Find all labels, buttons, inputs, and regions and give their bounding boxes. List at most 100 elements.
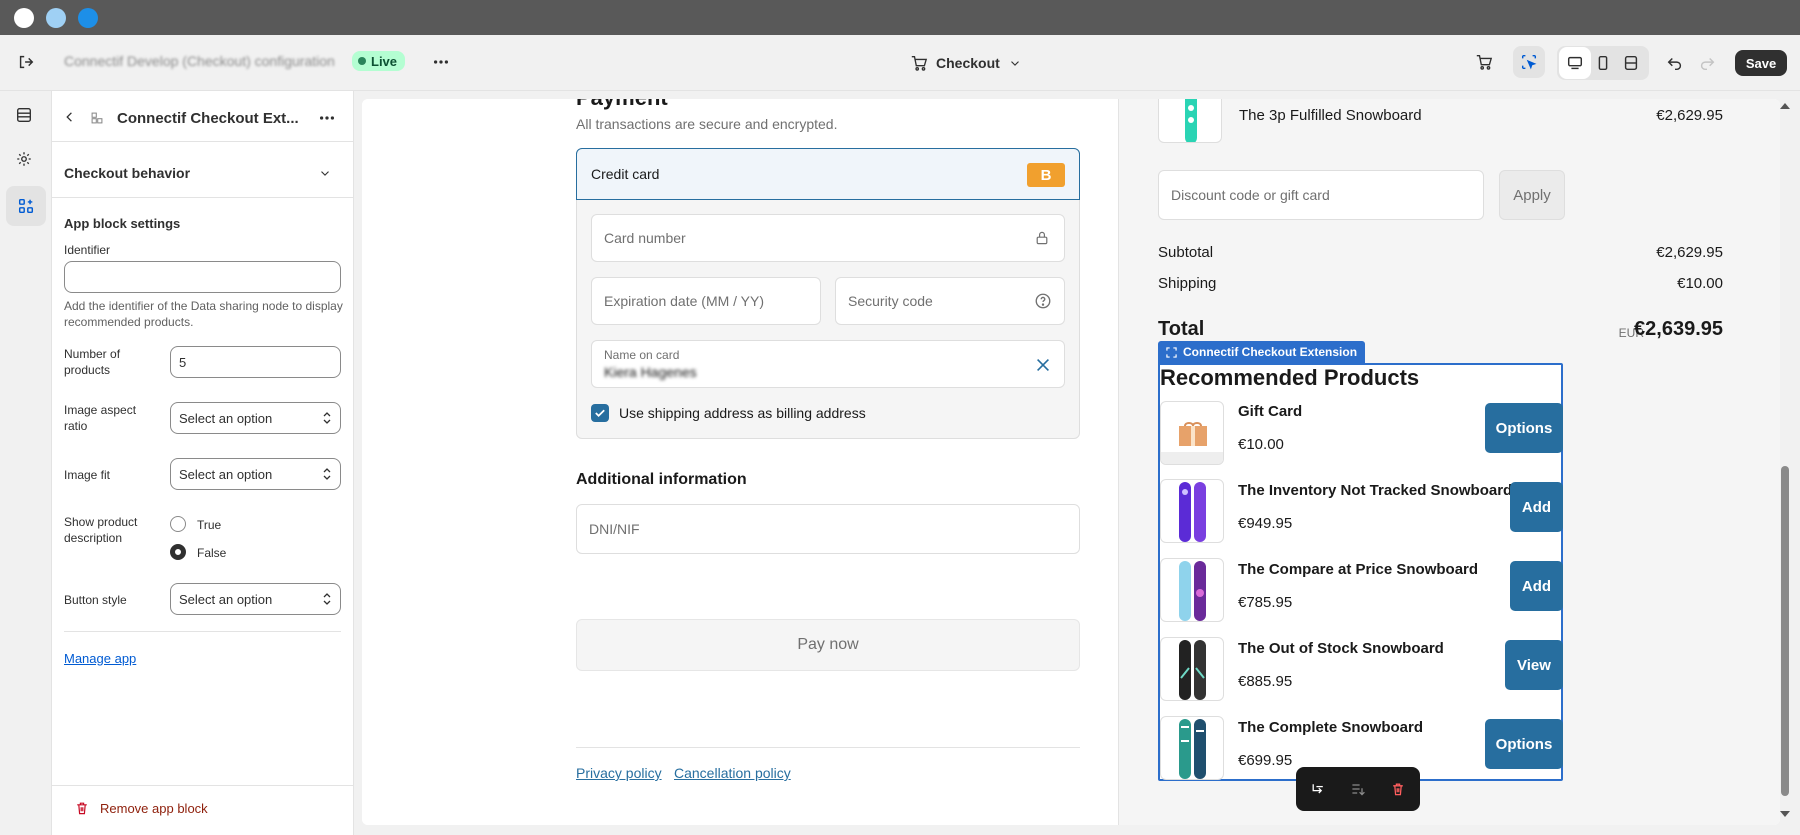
product-price: €699.95 <box>1238 752 1293 769</box>
live-label: Live <box>371 53 398 69</box>
num-products-label: Number of products <box>64 347 121 377</box>
security-code-input[interactable]: Security code <box>835 277 1065 325</box>
extension-tag-label: Connectif Checkout Extension <box>1183 345 1358 359</box>
full-width-view-icon[interactable] <box>1615 47 1647 79</box>
check-icon <box>595 409 605 418</box>
manage-app-link[interactable]: Manage app <box>64 651 136 667</box>
page-selector-label: Checkout <box>936 55 1000 71</box>
image-fit-select[interactable]: Select an option <box>170 458 341 490</box>
radio-true[interactable] <box>170 516 186 532</box>
product-options-button[interactable]: Options <box>1485 403 1563 453</box>
num-products-input[interactable]: 5 <box>170 346 341 378</box>
shipping-value: €10.00 <box>1677 275 1723 292</box>
panel-more-icon[interactable] <box>312 103 342 133</box>
product-add-button[interactable]: Add <box>1510 482 1563 532</box>
card-brand-badge: B <box>1027 163 1065 187</box>
settings-divider <box>64 631 341 632</box>
more-horizontal-icon[interactable] <box>425 46 457 78</box>
discount-placeholder: Discount code or gift card <box>1171 187 1330 203</box>
expiration-placeholder: Expiration date (MM / YY) <box>604 293 765 309</box>
apply-button[interactable]: Apply <box>1499 170 1565 220</box>
chevron-down-icon[interactable] <box>310 158 340 188</box>
exit-icon[interactable] <box>10 46 42 78</box>
live-badge: Live <box>352 51 406 71</box>
scrollbar-thumb[interactable] <box>1781 466 1789 796</box>
show-desc-label: Show product description <box>64 515 138 545</box>
radio-false[interactable] <box>170 544 186 560</box>
dni-input[interactable]: DNI/NIF <box>576 504 1080 554</box>
product-price: €885.95 <box>1238 673 1293 690</box>
select-arrows-icon <box>323 593 331 605</box>
help-circle-icon[interactable] <box>1034 292 1052 310</box>
subtotal-value: €2,629.95 <box>1656 244 1723 261</box>
payment-heading: Payment <box>576 99 668 111</box>
gear-icon[interactable] <box>8 143 40 175</box>
close-window-button[interactable] <box>14 8 34 28</box>
footer-divider <box>576 747 1080 748</box>
product-options-button[interactable]: Options <box>1485 719 1563 769</box>
product-view-button[interactable]: View <box>1505 640 1563 690</box>
expiration-input[interactable]: Expiration date (MM / YY) <box>591 277 821 325</box>
button-style-label: Button style <box>64 593 127 607</box>
product-price: €10.00 <box>1238 436 1284 453</box>
image-fit-label: Image fit <box>64 468 111 482</box>
move-up-icon[interactable] <box>1302 773 1334 805</box>
order-summary-column: The 3p Fulfilled Snowboard €2,629.95 Dis… <box>1118 99 1780 825</box>
name-on-card-input[interactable]: Name on card Kiera Hagenes <box>591 340 1065 388</box>
product-price: €785.95 <box>1238 594 1293 611</box>
maximize-window-button[interactable] <box>78 8 98 28</box>
extension-block[interactable]: Recommended Products Gift Card €10.00 Op… <box>1158 363 1563 781</box>
button-style-select[interactable]: Select an option <box>170 583 341 615</box>
identifier-input[interactable] <box>64 261 341 293</box>
billing-checkbox-row[interactable]: Use shipping address as billing address <box>591 404 866 422</box>
pay-now-button[interactable]: Pay now <box>576 619 1080 671</box>
product-add-button[interactable]: Add <box>1510 561 1563 611</box>
app-block-settings-heading: App block settings <box>64 216 181 231</box>
billing-checkbox[interactable] <box>591 404 609 422</box>
undo-icon[interactable] <box>1659 47 1691 79</box>
inspector-select-icon[interactable] <box>1513 46 1545 78</box>
total-label: Total <box>1158 318 1205 340</box>
sections-icon[interactable] <box>8 99 40 131</box>
save-button[interactable]: Save <box>1735 50 1787 76</box>
name-on-card-value: Kiera Hagenes <box>604 364 697 380</box>
cart-icon <box>911 56 928 71</box>
security-code-placeholder: Security code <box>848 293 933 309</box>
credit-card-option[interactable]: Credit card B <box>576 148 1080 200</box>
chevron-down-icon <box>1010 61 1019 66</box>
cart-preview-icon[interactable] <box>1468 46 1500 78</box>
image-aspect-value: Select an option <box>179 410 273 426</box>
gift-card-image-icon <box>1161 422 1223 464</box>
apps-icon[interactable] <box>6 186 46 226</box>
cancellation-policy-link[interactable]: Cancellation policy <box>674 765 791 781</box>
checkout-behavior-section[interactable]: Checkout behavior <box>64 165 190 181</box>
product-name: The Out of Stock Snowboard <box>1238 640 1444 657</box>
product-name: The Complete Snowboard <box>1238 719 1424 736</box>
back-arrow-icon[interactable] <box>56 103 84 131</box>
recommended-heading: Recommended Products <box>1160 365 1420 390</box>
discount-input[interactable]: Discount code or gift card <box>1158 170 1484 220</box>
extension-tag[interactable]: Connectif Checkout Extension <box>1158 341 1366 363</box>
image-fit-value: Select an option <box>179 466 273 482</box>
product-thumbnail <box>1160 479 1224 543</box>
identifier-label: Identifier <box>64 243 111 257</box>
remove-app-block-button[interactable]: Remove app block <box>74 800 208 816</box>
scroll-down-arrow-icon[interactable] <box>1780 811 1790 817</box>
reorder-icon[interactable] <box>1342 773 1374 805</box>
scroll-up-arrow-icon[interactable] <box>1780 103 1790 109</box>
radio-true-label: True <box>197 518 222 532</box>
canvas-scrollbar[interactable] <box>1778 99 1792 825</box>
card-number-placeholder: Card number <box>604 230 686 246</box>
privacy-policy-link[interactable]: Privacy policy <box>576 765 662 781</box>
card-number-input[interactable]: Card number <box>591 214 1065 262</box>
product-name: Gift Card <box>1238 403 1303 420</box>
dni-placeholder: DNI/NIF <box>589 521 640 537</box>
snowboard-image-icon <box>1179 719 1206 779</box>
trash-icon[interactable] <box>1382 773 1414 805</box>
minimize-window-button[interactable] <box>46 8 66 28</box>
image-aspect-select[interactable]: Select an option <box>170 402 341 434</box>
page-selector[interactable]: Checkout <box>910 50 1022 76</box>
snowboard-image-icon <box>1179 561 1206 621</box>
clear-icon[interactable] <box>1034 356 1052 374</box>
redo-icon[interactable] <box>1691 47 1723 79</box>
